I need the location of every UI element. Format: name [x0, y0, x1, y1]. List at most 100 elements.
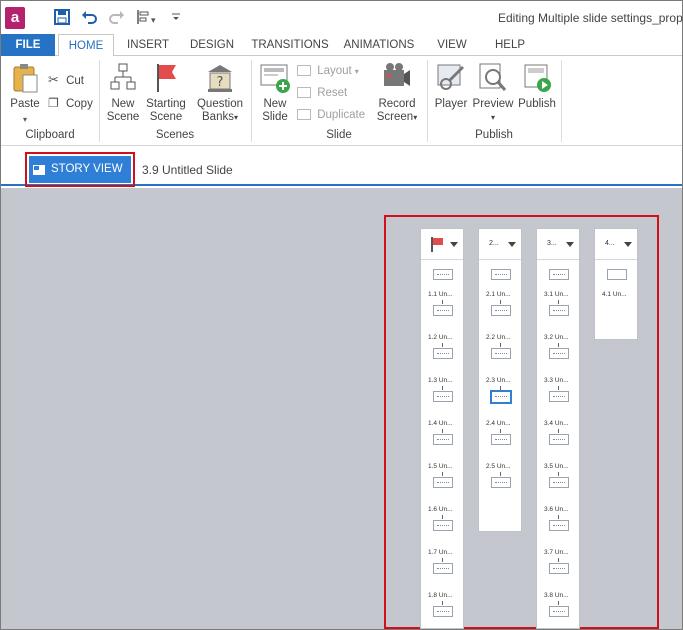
- slide-label: 1.5 Un...: [428, 463, 453, 470]
- chevron-down-icon[interactable]: [566, 242, 574, 247]
- redo-icon[interactable]: [109, 9, 125, 25]
- scene-header[interactable]: [421, 229, 463, 260]
- breadcrumb[interactable]: 3.9 Untitled Slide: [142, 163, 233, 177]
- new-slide-button[interactable]: New Slide: [256, 62, 294, 124]
- story-canvas[interactable]: 1.1 Un... 1.2 Un... 1.3 Un... 1.4 Un... 1.5 …: [1, 188, 682, 629]
- tab-help[interactable]: HELP: [487, 34, 533, 56]
- save-icon[interactable]: [54, 9, 70, 25]
- slide-thumbnail-selected[interactable]: [490, 390, 512, 404]
- app-logo: a: [5, 7, 25, 29]
- slide-thumbnail[interactable]: [491, 434, 511, 445]
- slide-thumbnail[interactable]: [433, 348, 453, 359]
- slide-thumbnail[interactable]: [433, 305, 453, 316]
- publish-button[interactable]: Publish: [516, 62, 558, 111]
- slide-connector: [558, 515, 559, 519]
- reset-button[interactable]: Reset: [297, 85, 347, 101]
- slide-thumbnail[interactable]: [549, 305, 569, 316]
- copy-button[interactable]: ❐ Copy: [48, 95, 93, 112]
- record-screen-label-1: Record: [378, 98, 416, 110]
- new-slide-label-1: New: [263, 98, 287, 110]
- story-view-button[interactable]: STORY VIEW: [25, 152, 135, 187]
- scene-column[interactable]: 1.1 Un... 1.2 Un... 1.3 Un... 1.4 Un... 1.5 …: [420, 228, 464, 629]
- slide-thumbnail[interactable]: [549, 348, 569, 359]
- slide-thumbnail[interactable]: [549, 477, 569, 488]
- slide-thumbnail[interactable]: [433, 269, 453, 280]
- scene-header[interactable]: 4...: [595, 229, 637, 260]
- scene-column[interactable]: 3... 3.1 Un... 3.2 Un... 3.3 Un... 3.4 Un...…: [536, 228, 580, 629]
- group-label-clipboard: Clipboard: [25, 129, 75, 141]
- chevron-down-icon[interactable]: [508, 242, 516, 247]
- scene-header[interactable]: 2...: [479, 229, 521, 260]
- chevron-down-icon[interactable]: [624, 242, 632, 247]
- duplicate-button[interactable]: Duplicate: [297, 107, 365, 123]
- tab-file[interactable]: FILE: [1, 34, 55, 56]
- slide-label: 1.4 Un...: [428, 420, 453, 427]
- new-slide-icon: [260, 64, 290, 93]
- scene-tree-icon: [110, 63, 136, 90]
- slide-connector: [558, 386, 559, 390]
- undo-icon[interactable]: [81, 9, 97, 25]
- slide-thumbnail[interactable]: [549, 606, 569, 617]
- slide-label: 1.3 Un...: [428, 377, 453, 384]
- slide-thumbnail[interactable]: [607, 269, 627, 280]
- slide-connector: [442, 300, 443, 304]
- group-divider: [561, 60, 562, 142]
- flag-icon: [157, 64, 176, 92]
- slide-connector: [500, 472, 501, 476]
- slide-thumbnail[interactable]: [549, 434, 569, 445]
- slide-thumbnail[interactable]: [433, 563, 453, 574]
- slide-label: 3.8 Un...: [544, 592, 569, 599]
- group-label-scenes: Scenes: [155, 129, 195, 141]
- slide-thumbnail[interactable]: [549, 269, 569, 280]
- paste-dropdown-icon[interactable]: ▾: [7, 113, 43, 126]
- player-button[interactable]: Player: [432, 62, 470, 111]
- player-label: Player: [434, 98, 468, 110]
- scene-title: 3...: [547, 240, 557, 247]
- slide-layout-icon[interactable]: [136, 9, 150, 25]
- chevron-down-icon[interactable]: [450, 242, 458, 247]
- slide-thumbnail[interactable]: [491, 305, 511, 316]
- scene-column[interactable]: 4... 4.1 Un...: [594, 228, 638, 340]
- slide-thumbnail[interactable]: [433, 434, 453, 445]
- paste-button[interactable]: Paste ▾: [7, 62, 43, 126]
- new-scene-button[interactable]: New Scene: [104, 62, 142, 124]
- layout-button[interactable]: Layout ▾: [297, 63, 359, 80]
- slide-connector: [442, 515, 443, 519]
- title-bar: a ▾ Editing Multiple slide settings_prop: [1, 1, 683, 34]
- tab-insert[interactable]: INSERT: [119, 34, 177, 56]
- paste-icon: [13, 64, 38, 93]
- starting-scene-button[interactable]: Starting Scene: [143, 62, 189, 124]
- slide-thumbnail[interactable]: [549, 391, 569, 402]
- new-scene-label-1: New: [111, 98, 135, 110]
- starting-flag-icon: [431, 237, 443, 253]
- tab-home[interactable]: HOME: [58, 34, 114, 57]
- slide-thumbnail[interactable]: [549, 520, 569, 531]
- slide-thumbnail[interactable]: [491, 477, 511, 488]
- tab-design[interactable]: DESIGN: [183, 34, 241, 56]
- scene-header[interactable]: 3...: [537, 229, 579, 260]
- slide-thumbnail[interactable]: [433, 520, 453, 531]
- slide-thumbnail[interactable]: [433, 606, 453, 617]
- tab-transitions[interactable]: TRANSITIONS: [248, 34, 332, 56]
- slide-thumbnail[interactable]: [491, 269, 511, 280]
- preview-button[interactable]: Preview ▾: [472, 62, 514, 124]
- scene-column[interactable]: 2... 2.1 Un... 2.2 Un... 2.3 Un... 2.4 Un...…: [478, 228, 522, 532]
- slide-thumbnail[interactable]: [549, 563, 569, 574]
- slide-connector: [558, 343, 559, 347]
- tab-animations[interactable]: ANIMATIONS: [337, 34, 421, 56]
- slide-label: 3.3 Un...: [544, 377, 569, 384]
- slide-label: 1.7 Un...: [428, 549, 453, 556]
- slide-label: 4.1 Un...: [602, 291, 627, 298]
- slide-connector: [442, 601, 443, 605]
- question-banks-button[interactable]: ? Question Banks▾: [194, 62, 246, 124]
- tab-view[interactable]: VIEW: [431, 34, 473, 56]
- slide-thumbnail[interactable]: [433, 391, 453, 402]
- record-screen-button[interactable]: Record Screen▾: [373, 62, 421, 124]
- duplicate-label: Duplicate: [317, 109, 366, 121]
- starting-scene-label-1: Starting: [146, 98, 186, 110]
- cut-button[interactable]: ✂ Cut: [48, 72, 84, 89]
- chevron-down-icon[interactable]: ▾: [151, 12, 156, 28]
- customize-qat-icon[interactable]: [171, 13, 181, 21]
- slide-thumbnail[interactable]: [491, 348, 511, 359]
- slide-thumbnail[interactable]: [433, 477, 453, 488]
